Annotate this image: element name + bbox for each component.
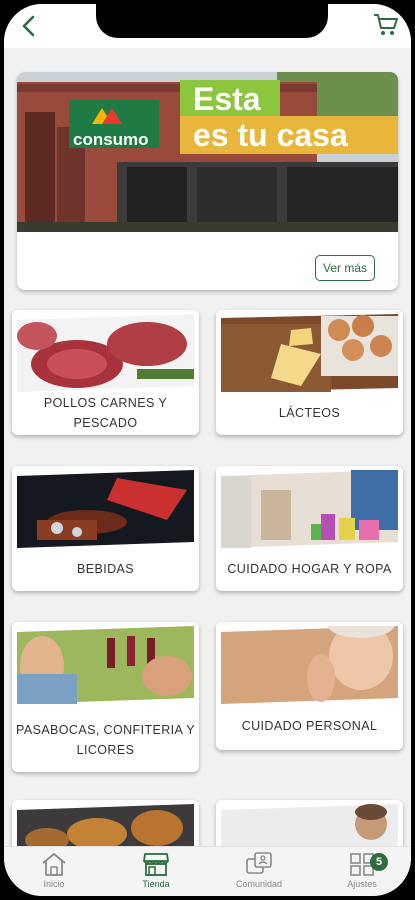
nav-label: Comunidad <box>235 879 283 889</box>
category-card-bebidas[interactable]: BEBIDAS <box>12 466 199 591</box>
category-card-bebes[interactable] <box>216 800 403 846</box>
category-label: PASABOCAS, CONFITERIA Y LICORES <box>16 723 195 757</box>
chevron-left-icon[interactable] <box>16 12 44 40</box>
ver-mas-button[interactable]: Ver más <box>315 255 375 281</box>
nav-label: Tienda <box>142 879 170 889</box>
meat-image <box>17 314 194 392</box>
nav-inicio[interactable]: Inicio <box>14 851 94 896</box>
banner-brand-text: consumo <box>73 130 149 149</box>
bottom-navigation: Inicio Tienda Comunidad 5 Ajustes <box>4 846 411 896</box>
skincare-image <box>221 626 398 704</box>
banner-headline-line1: Esta <box>193 81 261 117</box>
category-card-pasabocas[interactable]: PASABOCAS, CONFITERIA Y LICORES <box>12 622 199 772</box>
toast-image <box>17 626 194 704</box>
store-icon <box>143 853 169 876</box>
shopping-cart-icon[interactable] <box>372 10 400 38</box>
category-card-hogar[interactable]: CUIDADO HOGAR Y ROPA <box>216 466 403 591</box>
store-content[interactable]: consumo Esta es tu casa Ver más POLLOS C… <box>4 48 411 846</box>
device-notch <box>96 4 328 38</box>
category-label: LÁCTEOS <box>278 405 341 420</box>
category-label: CUIDADO PERSONAL <box>241 719 378 733</box>
category-card-lacteos[interactable]: LÁCTEOS <box>216 310 403 435</box>
cleaning-image <box>221 470 398 548</box>
bread-image <box>17 804 194 846</box>
nav-ajustes[interactable]: 5 Ajustes <box>322 851 402 896</box>
category-label: POLLOS CARNES Y PESCADO <box>43 395 168 430</box>
community-icon <box>246 852 272 874</box>
nav-label: Ajustes <box>347 879 377 889</box>
banner-headline-line2: es tu casa <box>193 117 348 153</box>
baby-care-image <box>221 804 398 846</box>
nav-label: Inicio <box>43 879 65 889</box>
notification-badge: 5 <box>370 853 388 871</box>
drinks-image <box>17 470 194 548</box>
nav-tienda[interactable]: Tienda <box>116 851 196 896</box>
phone-frame: consumo Esta es tu casa Ver más POLLOS C… <box>0 0 415 900</box>
dairy-image <box>221 314 398 392</box>
category-label: BEBIDAS <box>77 561 134 576</box>
promo-banner-card[interactable]: consumo Esta es tu casa Ver más <box>17 72 398 290</box>
nav-comunidad[interactable]: Comunidad <box>219 851 299 896</box>
category-label: CUIDADO HOGAR Y ROPA <box>227 561 392 576</box>
home-icon <box>42 853 66 876</box>
category-card-personal[interactable]: CUIDADO PERSONAL <box>216 622 403 750</box>
category-card-carnes[interactable]: POLLOS CARNES Y PESCADO <box>12 310 199 435</box>
app-screen: consumo Esta es tu casa Ver más POLLOS C… <box>4 4 411 896</box>
category-card-panaderia[interactable] <box>12 800 199 846</box>
